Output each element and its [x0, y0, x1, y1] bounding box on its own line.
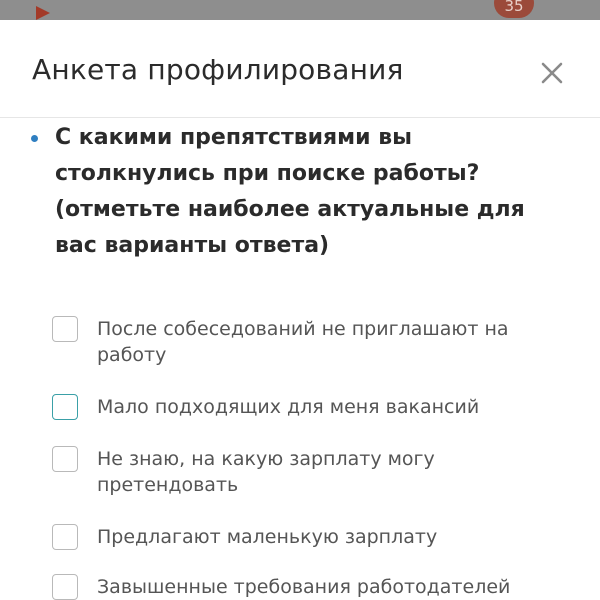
option-label: Предлагают маленькую зарплату: [97, 524, 577, 550]
option-label: После собеседований не приглашают на раб…: [97, 316, 577, 368]
option-label: Не знаю, на какую зарплату могу претендо…: [97, 446, 577, 498]
question-line: (отметьте наиболее актуальные для: [55, 197, 525, 222]
question-bullet-icon: [31, 135, 38, 142]
close-button[interactable]: [535, 56, 569, 90]
option-label: Мало подходящих для меня вакансий: [97, 394, 577, 420]
option-checkbox[interactable]: [52, 574, 78, 600]
background-arrow-icon: [36, 6, 50, 20]
option-checkbox[interactable]: [52, 316, 78, 342]
close-icon: [541, 62, 563, 84]
option-label-line: претендовать: [97, 474, 239, 496]
option-label-line: Предлагают маленькую зарплату: [97, 526, 438, 548]
option-label-line: работу: [97, 344, 167, 366]
option-label: Завышенные требования работодателей: [97, 574, 577, 600]
question-line: вас варианты ответа): [55, 233, 330, 258]
screen: 35 Анкета профилирования С какими препят…: [0, 0, 600, 600]
option-label-line: Завышенные требования работодателей: [97, 576, 511, 598]
background-app-strip: 35: [0, 0, 600, 20]
option-checkbox[interactable]: [52, 446, 78, 472]
option-label-line: Мало подходящих для меня вакансий: [97, 396, 480, 418]
background-count-badge: 35: [494, 0, 534, 18]
modal-header: Анкета профилирования: [0, 20, 600, 118]
question-line: столкнулись при поиске работы?: [55, 161, 480, 186]
option-checkbox[interactable]: [52, 524, 78, 550]
question-text: С какими препятствиями вы столкнулись пр…: [55, 120, 575, 264]
question-line: С какими препятствиями вы: [55, 125, 413, 150]
option-label-line: Не знаю, на какую зарплату могу: [97, 448, 435, 470]
profiling-modal: Анкета профилирования С какими препятств…: [0, 20, 600, 600]
modal-title: Анкета профилирования: [32, 53, 404, 86]
option-checkbox[interactable]: [52, 394, 78, 420]
option-label-line: После собеседований не приглашают на: [97, 318, 509, 340]
